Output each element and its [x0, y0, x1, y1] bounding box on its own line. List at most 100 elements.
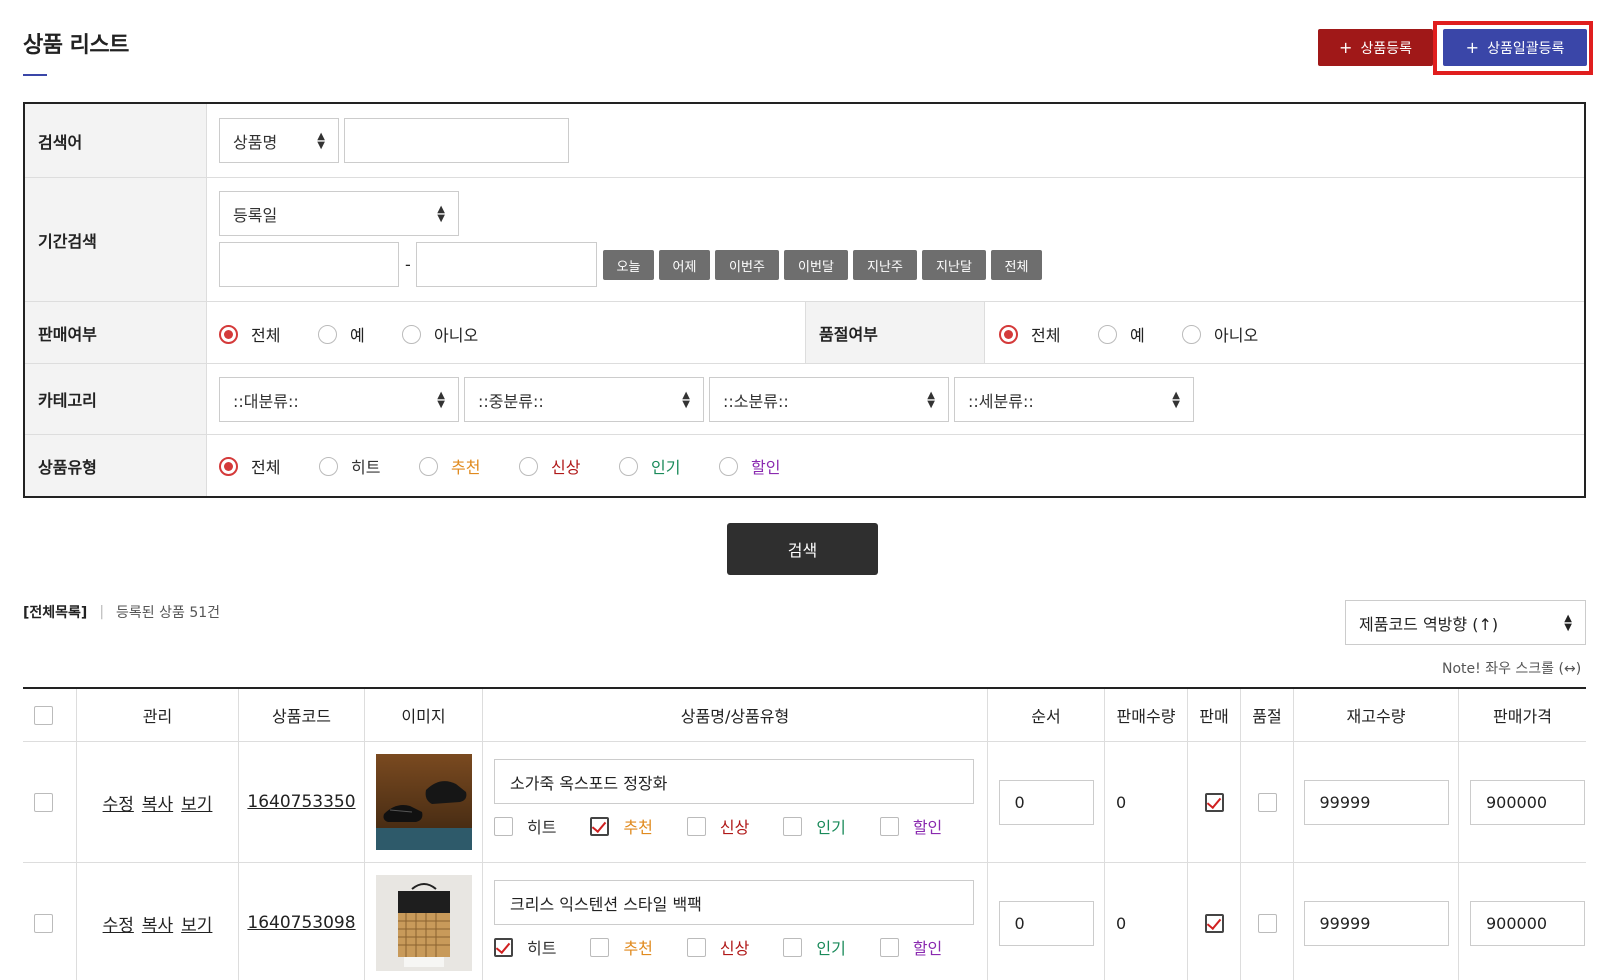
table-row: 수정 복사 보기 1640753098 크리스 익스텐션 스타일 백팩 히트 추… — [23, 863, 1586, 980]
copy-link[interactable]: 복사 — [142, 790, 173, 815]
view-link[interactable]: 보기 — [181, 790, 212, 815]
copy-link[interactable]: 복사 — [142, 911, 173, 936]
type-new[interactable]: 신상 — [686, 814, 750, 838]
type-radio-new[interactable]: 신상 — [519, 454, 619, 478]
product-name-input[interactable]: 소가죽 옥스포드 정장화 — [494, 759, 974, 804]
sold-out-checkbox[interactable] — [1257, 792, 1277, 812]
start-date-input[interactable] — [219, 242, 399, 287]
category-row: 카테고리 ::대분류:: ▲ ▼ ::중분류:: ▲ ▼ ::소분류:: ▲ ▼ ::… — [25, 364, 1584, 435]
price-input[interactable]: 900000 — [1470, 900, 1585, 946]
type-radio-sale[interactable]: 할인 — [719, 454, 780, 478]
select-arrows-icon: ▲ ▼ — [437, 390, 445, 410]
sold-out-checkbox[interactable] — [1257, 913, 1277, 933]
keyword-label: 검색어 — [25, 104, 207, 177]
product-list-page: 상품 리스트 + 상품등록 + 상품일괄등록 검색어 상품명 ▲ ▼ 기간검색 등… — [0, 0, 1600, 980]
action-links: 수정 복사 보기 — [103, 790, 213, 815]
on-sale-checkbox[interactable] — [1204, 792, 1224, 812]
stock-input[interactable]: 99999 — [1303, 779, 1449, 825]
type-radio-hit[interactable]: 히트 — [319, 454, 419, 478]
sale-radio-yes[interactable]: 예 — [318, 322, 402, 346]
type-sale[interactable]: 할인 — [879, 814, 943, 838]
product-code-link[interactable]: 1640753098 — [247, 913, 355, 933]
product-name-input[interactable]: 크리스 익스텐션 스타일 백팩 — [494, 880, 974, 925]
category-small-select[interactable]: ::소분류:: ▲ ▼ — [709, 377, 949, 422]
category-medium-select[interactable]: ::중분류:: ▲ ▼ — [464, 377, 704, 422]
edit-link[interactable]: 수정 — [103, 790, 134, 815]
title-underline — [23, 74, 47, 76]
scroll-note: Note! 좌우 스크롤 (↔) — [1442, 661, 1582, 677]
end-date-input[interactable] — [416, 242, 597, 287]
quick-yesterday-button[interactable]: 어제 — [659, 250, 710, 280]
row-checkbox[interactable] — [34, 913, 53, 933]
select-arrows-icon: ▲ ▼ — [437, 204, 445, 224]
checkbox-off-icon — [686, 816, 706, 836]
category-large-select[interactable]: ::대분류:: ▲ ▼ — [219, 377, 459, 422]
sold-out-cell — [1241, 742, 1294, 862]
highlight-box — [1433, 21, 1593, 75]
type-radio-popular[interactable]: 인기 — [619, 454, 719, 478]
type-radio-recommend[interactable]: 추천 — [419, 454, 519, 478]
image-cell — [365, 863, 483, 980]
product-type-label: 상품유형 — [25, 435, 207, 496]
sale-label: 판매여부 — [25, 302, 207, 363]
order-input[interactable]: 0 — [998, 779, 1094, 825]
keyword-field-select[interactable]: 상품명 ▲ ▼ — [219, 118, 339, 163]
on-sale-checkbox[interactable] — [1204, 913, 1224, 933]
product-code-link[interactable]: 1640753350 — [247, 792, 355, 812]
plus-icon: + — [1339, 38, 1353, 57]
type-new[interactable]: 신상 — [686, 935, 749, 959]
quick-today-button[interactable]: 오늘 — [603, 250, 654, 280]
type-sale[interactable]: 할인 — [879, 935, 942, 959]
type-hit[interactable]: 히트 — [494, 935, 556, 959]
quick-last-week-button[interactable]: 지난주 — [853, 250, 917, 280]
quick-this-month-button[interactable]: 이번달 — [784, 250, 848, 280]
category-detail-select[interactable]: ::세분류:: ▲ ▼ — [954, 377, 1194, 422]
soldout-radio-all[interactable]: 전체 — [999, 322, 1098, 346]
edit-link[interactable]: 수정 — [103, 911, 134, 936]
type-recommend[interactable]: 추천 — [590, 814, 653, 838]
category-label: 카테고리 — [25, 364, 207, 434]
soldout-radio-yes[interactable]: 예 — [1098, 322, 1182, 346]
on-sale-cell — [1188, 742, 1241, 862]
quick-last-month-button[interactable]: 지난달 — [922, 250, 986, 280]
stock-cell: 99999 — [1294, 742, 1459, 862]
view-link[interactable]: 보기 — [181, 911, 212, 936]
keyword-input[interactable] — [344, 118, 569, 163]
radio-label: 할인 — [751, 458, 781, 477]
select-arrows-icon: ▲ ▼ — [682, 390, 690, 410]
sold-qty-cell: 0 — [1105, 742, 1188, 862]
price-input[interactable]: 900000 — [1470, 779, 1585, 825]
search-button[interactable]: 검색 — [727, 523, 878, 575]
price-cell: 900000 — [1459, 742, 1586, 862]
select-all-checkbox[interactable] — [34, 705, 53, 725]
type-label: 신상 — [719, 818, 750, 837]
type-popular[interactable]: 인기 — [783, 814, 846, 838]
radio-label: 예 — [1130, 326, 1145, 345]
shoe-product-image[interactable] — [375, 754, 472, 850]
type-label: 히트 — [527, 818, 557, 837]
type-checkbox-group: 히트 추천 신상 인기 할인 — [494, 935, 976, 959]
type-popular[interactable]: 인기 — [783, 935, 846, 959]
sort-select[interactable]: 제품코드 역방향 (↑) ▲ ▼ — [1345, 600, 1586, 645]
stock-input[interactable]: 99999 — [1303, 900, 1449, 946]
sale-radio-no[interactable]: 아니오 — [402, 322, 478, 346]
name-type-cell: 크리스 익스텐션 스타일 백팩 히트 추천 신상 인기 할인 — [483, 863, 988, 980]
type-label: 할인 — [912, 818, 943, 837]
soldout-radio-no[interactable]: 아니오 — [1182, 322, 1258, 346]
search-form: 검색어 상품명 ▲ ▼ 기간검색 등록일 ▲ ▼ - 오늘 어제 이번주 이번달 지… — [23, 102, 1586, 498]
select-arrows-icon: ▲ ▼ — [927, 390, 935, 410]
backpack-product-image[interactable] — [375, 875, 472, 971]
type-radio-all[interactable]: 전체 — [219, 454, 319, 478]
order-input[interactable]: 0 — [998, 900, 1094, 946]
quick-this-week-button[interactable]: 이번주 — [715, 250, 779, 280]
register-product-button[interactable]: + 상품등록 — [1318, 29, 1433, 66]
quick-all-button[interactable]: 전체 — [991, 250, 1042, 280]
type-hit[interactable]: 히트 — [494, 814, 556, 838]
row-checkbox[interactable] — [34, 792, 53, 812]
radio-off-icon — [318, 324, 337, 344]
order-cell: 0 — [988, 742, 1105, 862]
sale-radio-all[interactable]: 전체 — [219, 322, 318, 346]
header-select-all-cell — [23, 689, 77, 741]
type-recommend[interactable]: 추천 — [590, 935, 653, 959]
date-type-select[interactable]: 등록일 ▲ ▼ — [219, 191, 459, 236]
